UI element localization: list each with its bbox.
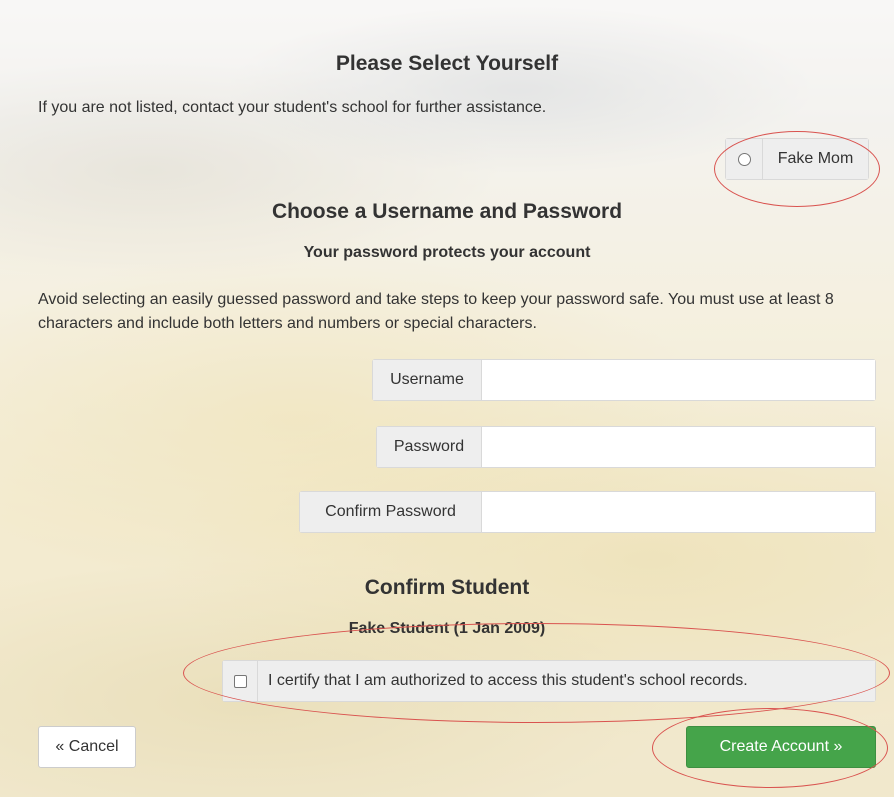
guardian-radio-cell bbox=[726, 139, 763, 179]
guardian-radio[interactable] bbox=[737, 152, 751, 166]
student-name: Fake Student (1 Jan 2009) bbox=[348, 620, 546, 637]
certify-checkbox[interactable] bbox=[233, 674, 247, 688]
create-account-button[interactable]: Create Account » bbox=[686, 726, 876, 768]
select-yourself-help: If you are not listed, contact your stud… bbox=[38, 99, 547, 116]
credentials-help: Avoid selecting an easily guessed passwo… bbox=[38, 291, 834, 332]
username-input[interactable] bbox=[482, 360, 875, 400]
password-label: Password bbox=[377, 427, 482, 467]
certify-group[interactable]: I certify that I am authorized to access… bbox=[222, 660, 876, 702]
password-group: Password bbox=[376, 426, 876, 468]
username-group: Username bbox=[372, 359, 876, 401]
confirm-password-input[interactable] bbox=[482, 492, 875, 532]
select-yourself-heading: Please Select Yourself bbox=[335, 52, 559, 75]
credentials-subtitle: Your password protects your account bbox=[303, 244, 591, 261]
certify-label[interactable]: I certify that I am authorized to access… bbox=[258, 661, 875, 701]
confirm-password-label: Confirm Password bbox=[300, 492, 482, 532]
confirm-password-group: Confirm Password bbox=[299, 491, 876, 533]
cancel-button[interactable]: « Cancel bbox=[38, 726, 136, 768]
confirm-student-heading: Confirm Student bbox=[364, 576, 530, 599]
guardian-option-label[interactable]: Fake Mom bbox=[763, 139, 868, 179]
certify-checkbox-cell bbox=[223, 661, 258, 701]
username-label: Username bbox=[373, 360, 482, 400]
guardian-option-fake-mom[interactable]: Fake Mom bbox=[725, 138, 869, 180]
password-input[interactable] bbox=[482, 427, 875, 467]
credentials-heading: Choose a Username and Password bbox=[271, 200, 623, 223]
